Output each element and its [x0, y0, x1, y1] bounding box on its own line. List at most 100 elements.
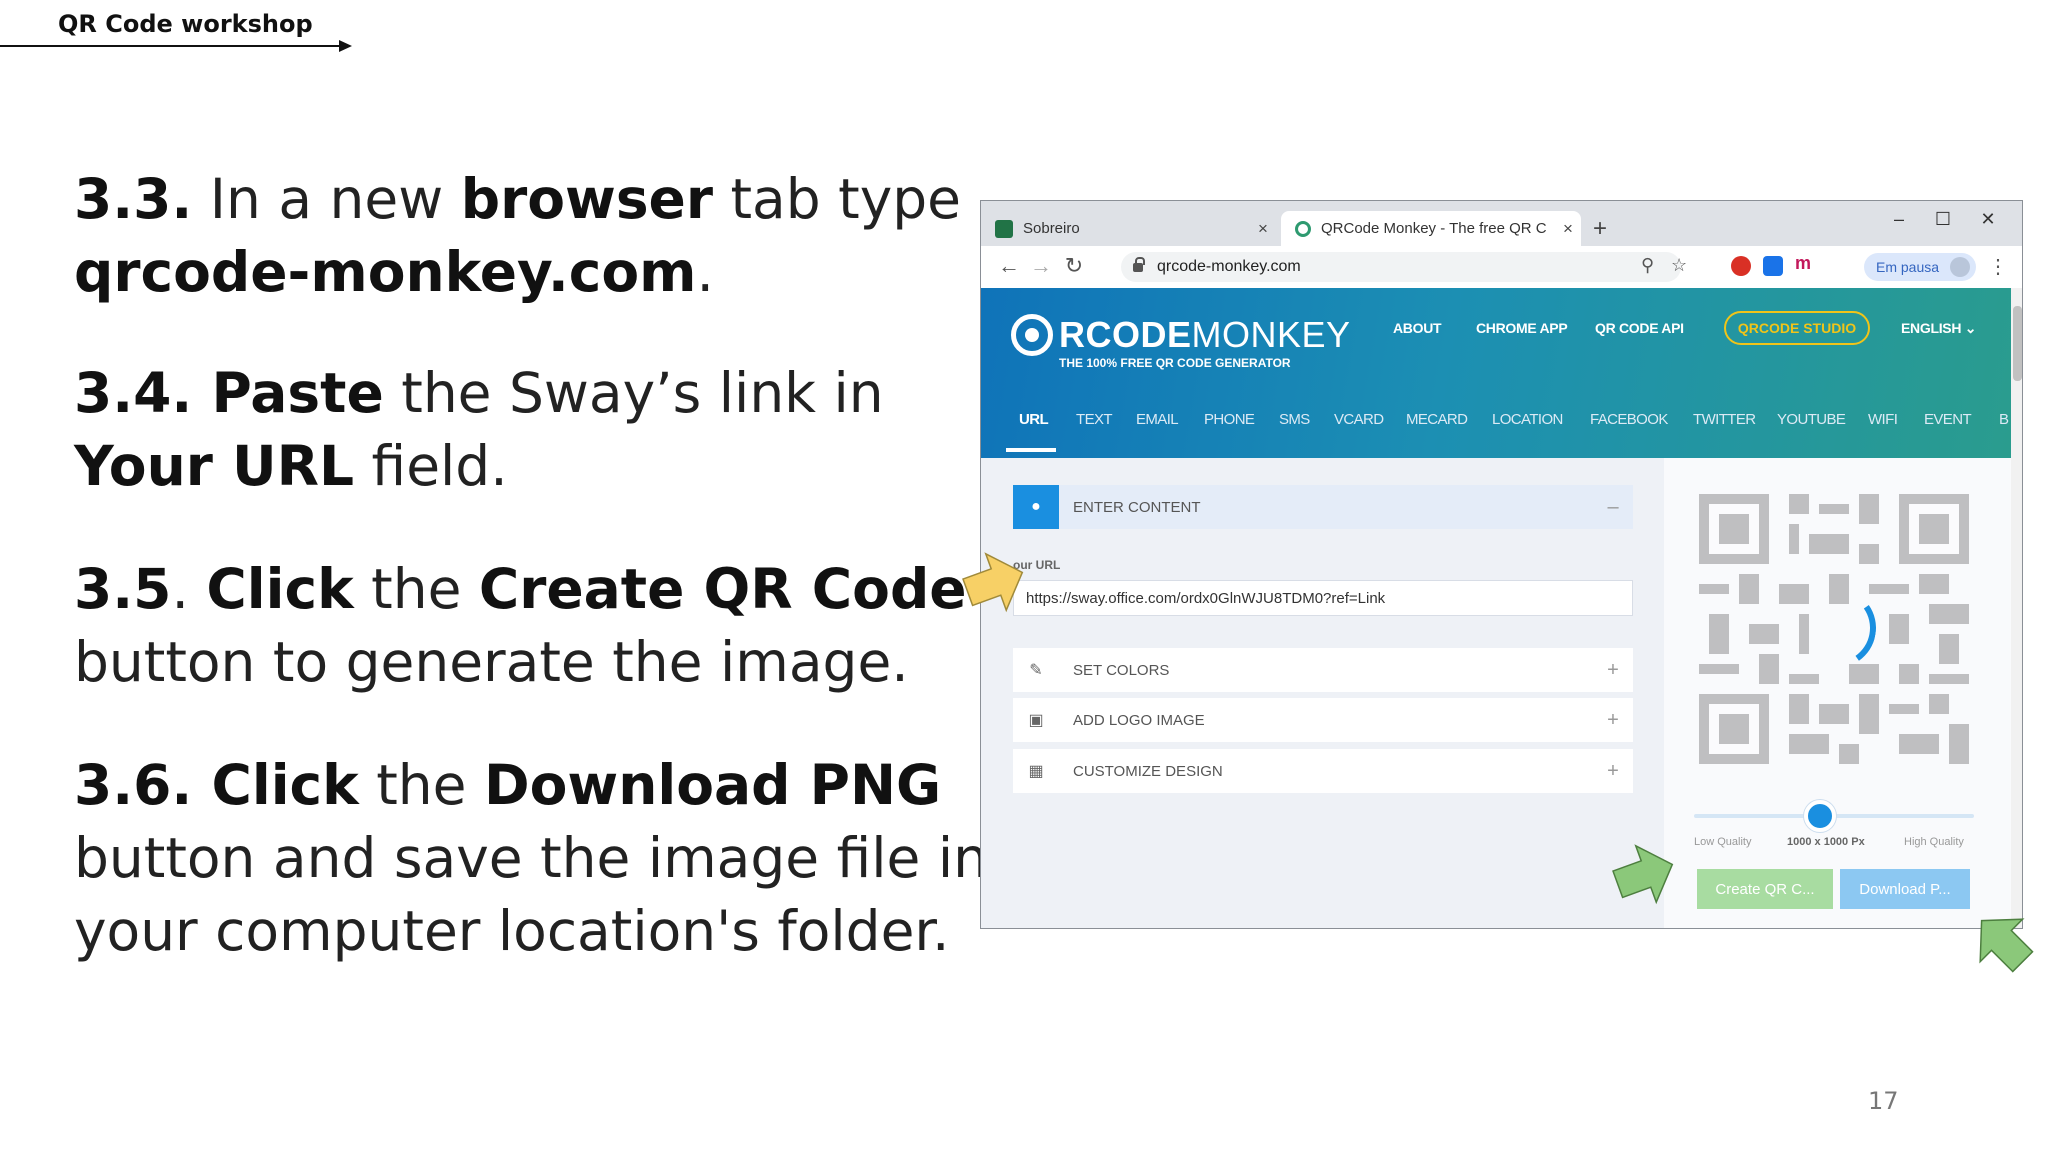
tab-label: QRCode Monkey - The free QR C [1321, 220, 1547, 237]
step-text: the [358, 753, 484, 817]
menu-icon[interactable]: ⋮ [1988, 254, 2008, 279]
type-tab-more[interactable]: B [1999, 411, 2009, 428]
zoom-icon[interactable]: ⚲ [1641, 255, 1654, 276]
step-3-4: 3.4. Paste the Sway’s link in Your URL f… [74, 357, 884, 503]
step-bold: Create QR Code [478, 557, 967, 621]
new-tab-button[interactable]: + [1593, 215, 1607, 243]
high-quality-label: High Quality [1904, 836, 1964, 848]
extension-red-icon[interactable] [1731, 256, 1751, 276]
bookmark-star-icon[interactable]: ☆ [1671, 255, 1687, 276]
step-bold: Your URL [74, 434, 355, 498]
url-input[interactable]: https://sway.office.com/ordx0GlnWJU8TDM0… [1013, 580, 1633, 616]
section-label: ENTER CONTENT [1073, 498, 1201, 516]
extension-blue-icon[interactable] [1763, 256, 1783, 276]
yellow-pointer-arrow-icon [962, 552, 1024, 613]
qrcode-monkey-favicon-icon [1295, 220, 1311, 237]
header-rule [0, 45, 345, 47]
quality-slider-handle[interactable] [1804, 800, 1836, 832]
tab-label: Sobreiro [1023, 220, 1080, 237]
window-close-button[interactable]: ✕ [1973, 209, 2003, 230]
tab-close-icon[interactable]: × [1555, 219, 1581, 239]
profile-button[interactable]: Em pausa [1864, 253, 1976, 281]
expand-icon[interactable]: + [1593, 760, 1633, 783]
back-button[interactable]: ← [995, 253, 1023, 279]
type-tab-location[interactable]: LOCATION [1492, 411, 1563, 428]
step-bold: browser [460, 167, 713, 231]
type-tab-email[interactable]: EMAIL [1136, 411, 1179, 428]
preview-panel: Low Quality 1000 x 1000 Px High Quality … [1664, 458, 2011, 928]
nav-chrome-app[interactable]: CHROME APP [1476, 320, 1568, 336]
profile-status: Em pausa [1876, 259, 1940, 275]
resolution-label: 1000 x 1000 Px [1787, 836, 1865, 848]
monkey-logo-icon [1011, 314, 1053, 356]
type-tab-facebook[interactable]: FACEBOOK [1590, 411, 1668, 428]
scrollbar-thumb[interactable] [2013, 306, 2022, 381]
customize-design-section[interactable]: ▦ CUSTOMIZE DESIGN + [1013, 749, 1633, 793]
tab-strip: Sobreiro × QRCode Monkey - The free QR C… [981, 201, 2022, 246]
section-label: CUSTOMIZE DESIGN [1073, 762, 1223, 780]
enter-content-section[interactable]: ● ENTER CONTENT – [1013, 485, 1633, 529]
nav-qr-code-api[interactable]: QR CODE API [1595, 320, 1684, 336]
collapse-icon[interactable]: – [1593, 496, 1633, 519]
download-png-button[interactable]: Download P... [1840, 869, 1970, 909]
type-tab-youtube[interactable]: YOUTUBE [1777, 411, 1846, 428]
step-bold: Paste [192, 361, 384, 425]
page-scrollbar[interactable] [2011, 288, 2022, 928]
brand-tagline: THE 100% FREE QR CODE GENERATOR [1059, 356, 1291, 370]
step-text: field. [354, 434, 508, 498]
browser-screenshot: Sobreiro × QRCode Monkey - The free QR C… [980, 200, 2023, 929]
avatar [1950, 257, 1970, 277]
globe-icon: ● [1013, 485, 1059, 529]
type-tab-url[interactable]: URL [1019, 411, 1049, 428]
type-tab-twitter[interactable]: TWITTER [1693, 411, 1756, 428]
address-text: qrcode-monkey.com [1157, 258, 1301, 275]
type-tab-vcard[interactable]: VCARD [1334, 411, 1384, 428]
language-select[interactable]: ENGLISH ⌄ [1901, 320, 1976, 337]
maximize-button[interactable]: ☐ [1928, 209, 1958, 230]
sway-favicon-icon [995, 219, 1013, 238]
tab-sobreiro[interactable]: Sobreiro × [981, 211, 1276, 246]
minimize-button[interactable]: – [1884, 209, 1914, 230]
expand-icon[interactable]: + [1593, 659, 1633, 682]
type-tab-text[interactable]: TEXT [1076, 411, 1113, 428]
active-tab-indicator [1006, 448, 1056, 452]
step-text: . [696, 240, 714, 304]
qr-grid-icon: ▦ [1028, 763, 1044, 780]
step-bold: Click [206, 557, 354, 621]
extension-m-icon[interactable]: m [1795, 254, 1815, 274]
tab-qrcode-monkey[interactable]: QRCode Monkey - The free QR C × [1281, 211, 1581, 246]
create-qr-code-button[interactable]: Create QR C... [1697, 869, 1833, 909]
type-tab-phone[interactable]: PHONE [1204, 411, 1255, 428]
brand-name: RCODEMONKEY [1059, 314, 1351, 356]
page-number: 17 [1868, 1087, 1899, 1115]
step-number: 3.5 [74, 557, 172, 621]
browser-toolbar: ← → ↻ qrcode-monkey.com ⚲ ☆ m Em pausa ⋮ [981, 246, 2022, 288]
step-text: the Sway’s link in [383, 361, 884, 425]
type-tab-sms[interactable]: SMS [1279, 411, 1310, 428]
nav-about[interactable]: ABOUT [1393, 320, 1442, 336]
step-bold: Click [192, 753, 359, 817]
expand-icon[interactable]: + [1593, 709, 1633, 732]
content-panel: ● ENTER CONTENT – our URL https://sway.o… [981, 458, 1664, 928]
set-colors-section[interactable]: ✎ SET COLORS + [1013, 648, 1633, 692]
tab-close-icon[interactable]: × [1250, 219, 1276, 239]
qrcode-studio-button[interactable]: QRCODE STUDIO [1724, 311, 1870, 345]
type-tab-mecard[interactable]: MECARD [1406, 411, 1468, 428]
step-text: . [171, 557, 207, 621]
quality-slider[interactable] [1694, 800, 1974, 832]
step-number: 3.6. [74, 753, 193, 817]
low-quality-label: Low Quality [1694, 836, 1752, 848]
forward-button[interactable]: → [1027, 253, 1055, 279]
type-tab-event[interactable]: EVENT [1924, 411, 1972, 428]
add-logo-section[interactable]: ▣ ADD LOGO IMAGE + [1013, 698, 1633, 742]
brand-light: MONKEY [1191, 314, 1351, 355]
reload-button[interactable]: ↻ [1060, 253, 1088, 279]
brand-bold: RCODE [1059, 314, 1192, 355]
site-header: RCODEMONKEY THE 100% FREE QR CODE GENERA… [981, 288, 2011, 458]
address-bar[interactable]: qrcode-monkey.com [1121, 252, 1681, 282]
brush-icon: ✎ [1029, 662, 1043, 679]
section-label: SET COLORS [1073, 661, 1170, 679]
step-text: your computer location's folder. [74, 899, 950, 963]
step-text: button and save the image file in [74, 826, 988, 890]
type-tab-wifi[interactable]: WIFI [1868, 411, 1898, 428]
